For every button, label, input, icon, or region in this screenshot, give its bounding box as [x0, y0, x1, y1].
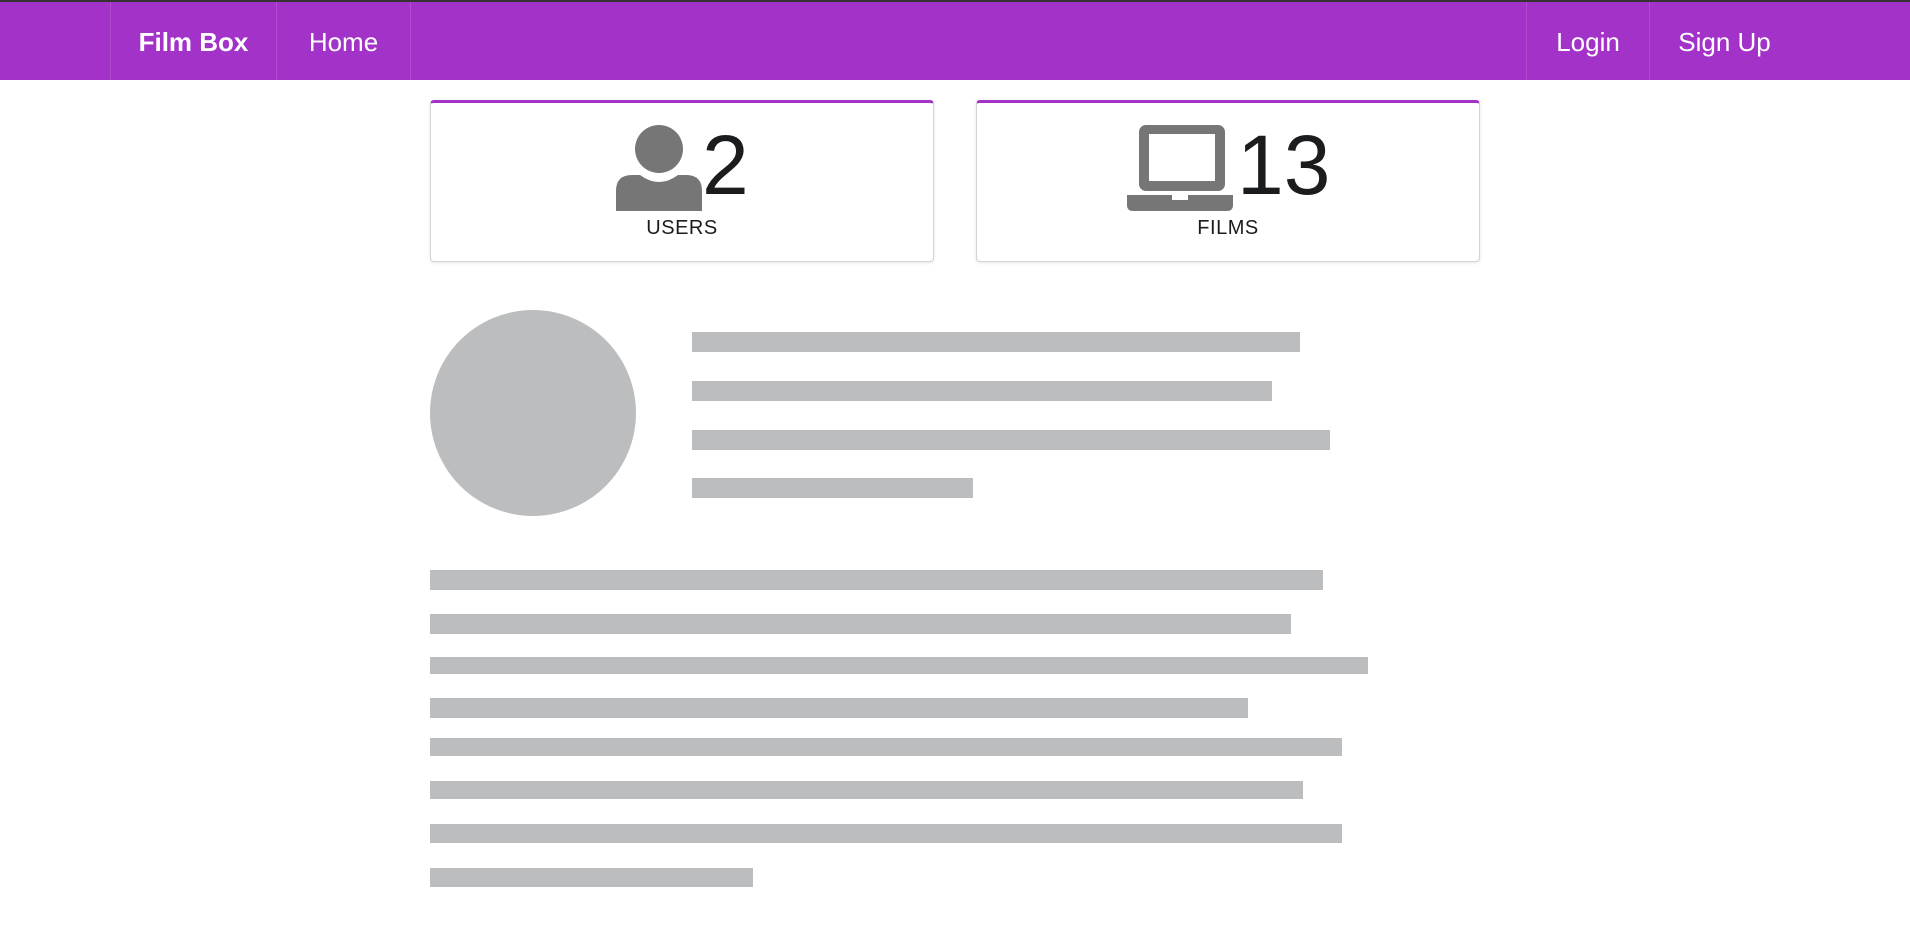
placeholder-line	[430, 868, 753, 887]
placeholder-line	[430, 824, 1342, 843]
users-label: USERS	[646, 217, 718, 239]
user-icon	[616, 125, 702, 211]
placeholder-line	[430, 570, 1323, 590]
navbar: Film Box Home Login Sign Up	[0, 2, 1910, 80]
placeholder-line	[430, 614, 1291, 634]
placeholder-line	[692, 430, 1330, 450]
laptop-icon	[1127, 125, 1233, 211]
signup-link[interactable]: Sign Up	[1650, 2, 1799, 80]
users-count: 2	[702, 118, 749, 212]
placeholder-line	[692, 332, 1300, 352]
placeholder-line	[430, 698, 1248, 718]
films-stat-card: 13 FILMS	[976, 100, 1480, 262]
placeholder-line	[430, 738, 1342, 756]
films-count: 13	[1237, 118, 1331, 212]
nav-divider	[410, 2, 411, 80]
login-link[interactable]: Login	[1527, 2, 1649, 80]
placeholder-line	[692, 478, 973, 498]
films-label: FILMS	[1197, 217, 1259, 239]
users-stat-card: 2 USERS	[430, 100, 934, 262]
brand-link[interactable]: Film Box	[111, 2, 276, 80]
placeholder-avatar	[430, 310, 636, 516]
placeholder-line	[430, 781, 1303, 799]
placeholder-line	[692, 381, 1272, 401]
placeholder-line	[430, 657, 1368, 674]
nav-home-link[interactable]: Home	[277, 2, 410, 80]
